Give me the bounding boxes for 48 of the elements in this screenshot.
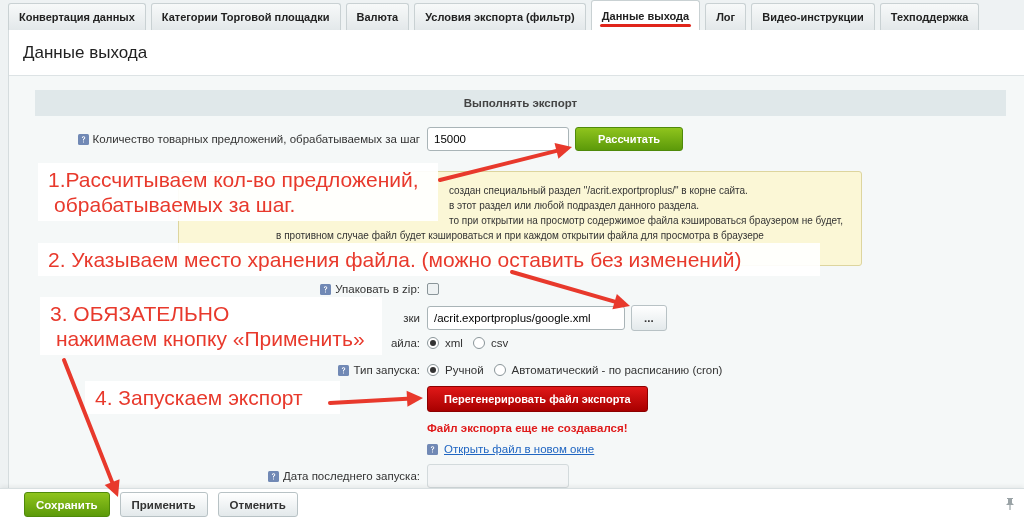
annotation-callout: 2. Указываем место хранения файла. (можно оставить без изменений): [38, 243, 820, 276]
field-label: Дата последнего запуска:: [282, 470, 420, 482]
tab[interactable]: Конвертация данных: [8, 3, 146, 30]
option-label: csv: [490, 337, 509, 349]
radio-button[interactable]: [427, 364, 439, 376]
tab[interactable]: Валюта: [345, 3, 410, 30]
date-field[interactable]: [427, 464, 569, 488]
input-field[interactable]: /acrit.exportproplus/google.xml: [427, 306, 625, 330]
note-text: в противном случае файл будет кэшироваться и при каждом открытии файла для просмотра в браузере: [276, 229, 764, 243]
checkbox[interactable]: [427, 283, 439, 295]
field-label: зки: [403, 312, 420, 324]
field-label: Упаковать в zip:: [335, 283, 420, 295]
annotation-callout: 3. ОБЯЗАТЕЛЬНО нажимаем кнопку «Применить»: [40, 297, 382, 355]
input-field[interactable]: 15000: [427, 127, 569, 151]
pin-icon[interactable]: [1006, 498, 1014, 510]
note-text: в этот раздел или любой подраздел данного раздела.: [449, 199, 699, 213]
footer-button[interactable]: Отменить: [217, 492, 298, 517]
help-icon[interactable]: [320, 283, 332, 295]
status-message: Файл экспорта еще не создавался!: [427, 422, 628, 434]
note-text: создан специальный раздел "/acrit.exportproplus/" в корне сайта.: [449, 184, 748, 198]
tab[interactable]: Видео-инструкции: [751, 3, 875, 30]
option-label: xml: [445, 337, 463, 349]
help-icon[interactable]: [267, 470, 279, 482]
field-label: Количество товарных предложений, обрабатываемых за шаг: [92, 133, 420, 145]
annotation-callout: 4. Запускаем экспорт: [85, 381, 340, 414]
option-label: Ручной: [445, 364, 484, 376]
help-icon[interactable]: [338, 364, 350, 376]
tab[interactable]: Техподдержка: [879, 3, 980, 30]
tab[interactable]: Данные выхода: [590, 0, 701, 30]
note-text: то при открытии на просмотр содержимое файла кэшироваться браузером не будет,: [449, 214, 844, 228]
radio-button[interactable]: [472, 337, 485, 349]
help-icon[interactable]: [427, 443, 438, 455]
help-icon[interactable]: [77, 133, 89, 145]
radio-button[interactable]: [427, 337, 439, 349]
tab[interactable]: Категории Торговой площадки: [150, 3, 341, 30]
field-label: айла:: [390, 337, 420, 349]
radio-button[interactable]: [493, 364, 506, 376]
page-title: Данные выхода: [22, 42, 149, 64]
tab[interactable]: Условия экспорта (фильтр): [414, 3, 586, 30]
open-file-link[interactable]: Открыть файл в новом окне: [444, 443, 595, 455]
regenerate-button[interactable]: Перегенерировать файл экспорта: [427, 386, 648, 412]
field-label: Тип запуска:: [353, 364, 420, 376]
section-header: Выполнять экспорт: [35, 90, 1006, 116]
tab[interactable]: Лог: [705, 3, 747, 30]
option-label: Автоматический - по расписанию (cron): [511, 364, 723, 376]
annotation-callout: 1.Рассчитываем кол-во предложений, обрабатываемых за шаг.: [38, 163, 438, 221]
browse-button[interactable]: ...: [631, 305, 667, 331]
footer-button[interactable]: Применить: [119, 492, 208, 517]
